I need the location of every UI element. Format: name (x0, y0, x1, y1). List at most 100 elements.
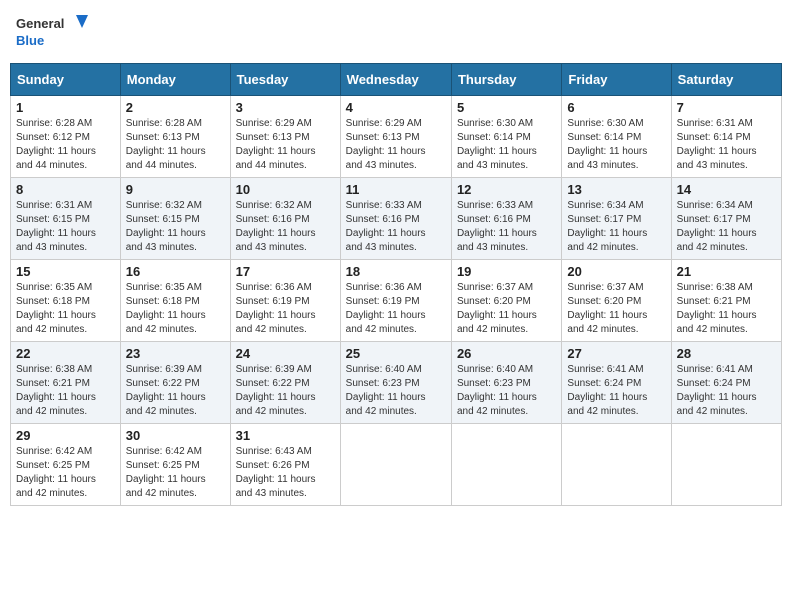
calendar-cell: 5 Sunrise: 6:30 AMSunset: 6:14 PMDaylight… (451, 96, 561, 178)
day-info: Sunrise: 6:42 AMSunset: 6:25 PMDaylight:… (16, 445, 115, 501)
calendar-cell (451, 424, 561, 506)
svg-text:Blue: Blue (16, 33, 44, 48)
day-number: 9 (126, 182, 225, 197)
calendar-cell (340, 424, 451, 506)
calendar-cell: 19 Sunrise: 6:37 AMSunset: 6:20 PMDayligh… (451, 260, 561, 342)
column-header-thursday: Thursday (451, 64, 561, 96)
day-info: Sunrise: 6:35 AMSunset: 6:18 PMDaylight:… (16, 281, 115, 337)
calendar-cell: 31 Sunrise: 6:43 AMSunset: 6:26 PMDayligh… (230, 424, 340, 506)
day-info: Sunrise: 6:34 AMSunset: 6:17 PMDaylight:… (677, 199, 776, 255)
column-header-saturday: Saturday (671, 64, 781, 96)
day-number: 5 (457, 100, 556, 115)
calendar-cell: 25 Sunrise: 6:40 AMSunset: 6:23 PMDayligh… (340, 342, 451, 424)
calendar-cell: 1 Sunrise: 6:28 AMSunset: 6:12 PMDaylight… (11, 96, 121, 178)
calendar-cell: 27Sunrise: 6:41 AMSunset: 6:24 PMDayligh… (562, 342, 671, 424)
calendar-cell: 10 Sunrise: 6:32 AMSunset: 6:16 PMDayligh… (230, 178, 340, 260)
calendar-cell: 29 Sunrise: 6:42 AMSunset: 6:25 PMDayligh… (11, 424, 121, 506)
day-info: Sunrise: 6:30 AMSunset: 6:14 PMDaylight:… (567, 117, 665, 173)
calendar-cell: 26 Sunrise: 6:40 AMSunset: 6:23 PMDayligh… (451, 342, 561, 424)
calendar-cell: 9 Sunrise: 6:32 AMSunset: 6:15 PMDaylight… (120, 178, 230, 260)
day-info: Sunrise: 6:38 AMSunset: 6:21 PMDaylight:… (677, 281, 776, 337)
day-info: Sunrise: 6:35 AMSunset: 6:18 PMDaylight:… (126, 281, 225, 337)
calendar-cell: 12Sunrise: 6:33 AMSunset: 6:16 PMDayligh… (451, 178, 561, 260)
calendar-cell: 17 Sunrise: 6:36 AMSunset: 6:19 PMDayligh… (230, 260, 340, 342)
day-info: Sunrise: 6:30 AMSunset: 6:14 PMDaylight:… (457, 117, 556, 173)
day-number: 12 (457, 182, 556, 197)
day-number: 13 (567, 182, 665, 197)
logo-svg: General Blue (14, 10, 94, 55)
day-number: 27 (567, 346, 665, 361)
day-number: 23 (126, 346, 225, 361)
day-number: 16 (126, 264, 225, 279)
calendar-cell: 2 Sunrise: 6:28 AMSunset: 6:13 PMDaylight… (120, 96, 230, 178)
day-number: 8 (16, 182, 115, 197)
calendar-header-row: SundayMondayTuesdayWednesdayThursdayFrid… (11, 64, 782, 96)
day-number: 15 (16, 264, 115, 279)
day-number: 24 (236, 346, 335, 361)
day-info: Sunrise: 6:40 AMSunset: 6:23 PMDaylight:… (346, 363, 446, 419)
day-number: 1 (16, 100, 115, 115)
day-number: 11 (346, 182, 446, 197)
calendar-cell: 13 Sunrise: 6:34 AMSunset: 6:17 PMDayligh… (562, 178, 671, 260)
day-info: Sunrise: 6:41 AMSunset: 6:24 PMDaylight:… (677, 363, 776, 419)
day-number: 30 (126, 428, 225, 443)
calendar-week-4: 22Sunrise: 6:38 AMSunset: 6:21 PMDayligh… (11, 342, 782, 424)
day-info: Sunrise: 6:33 AMSunset: 6:16 PMDaylight:… (346, 199, 446, 255)
calendar-cell: 11 Sunrise: 6:33 AMSunset: 6:16 PMDayligh… (340, 178, 451, 260)
calendar-cell (562, 424, 671, 506)
page-header: General Blue (10, 10, 782, 55)
day-number: 19 (457, 264, 556, 279)
column-header-monday: Monday (120, 64, 230, 96)
column-header-tuesday: Tuesday (230, 64, 340, 96)
day-number: 18 (346, 264, 446, 279)
calendar-cell: 30 Sunrise: 6:42 AMSunset: 6:25 PMDayligh… (120, 424, 230, 506)
column-header-sunday: Sunday (11, 64, 121, 96)
day-info: Sunrise: 6:31 AMSunset: 6:14 PMDaylight:… (677, 117, 776, 173)
day-number: 29 (16, 428, 115, 443)
day-info: Sunrise: 6:34 AMSunset: 6:17 PMDaylight:… (567, 199, 665, 255)
calendar-cell: 28 Sunrise: 6:41 AMSunset: 6:24 PMDayligh… (671, 342, 781, 424)
calendar-cell: 20 Sunrise: 6:37 AMSunset: 6:20 PMDayligh… (562, 260, 671, 342)
day-info: Sunrise: 6:40 AMSunset: 6:23 PMDaylight:… (457, 363, 556, 419)
calendar-cell: 15 Sunrise: 6:35 AMSunset: 6:18 PMDayligh… (11, 260, 121, 342)
day-number: 26 (457, 346, 556, 361)
calendar-cell: 23Sunrise: 6:39 AMSunset: 6:22 PMDayligh… (120, 342, 230, 424)
calendar-cell: 6Sunrise: 6:30 AMSunset: 6:14 PMDaylight… (562, 96, 671, 178)
day-number: 31 (236, 428, 335, 443)
day-info: Sunrise: 6:37 AMSunset: 6:20 PMDaylight:… (567, 281, 665, 337)
day-info: Sunrise: 6:42 AMSunset: 6:25 PMDaylight:… (126, 445, 225, 501)
day-number: 20 (567, 264, 665, 279)
day-info: Sunrise: 6:29 AMSunset: 6:13 PMDaylight:… (236, 117, 335, 173)
day-number: 7 (677, 100, 776, 115)
day-info: Sunrise: 6:43 AMSunset: 6:26 PMDaylight:… (236, 445, 335, 501)
column-header-wednesday: Wednesday (340, 64, 451, 96)
day-info: Sunrise: 6:32 AMSunset: 6:15 PMDaylight:… (126, 199, 225, 255)
calendar-week-1: 1 Sunrise: 6:28 AMSunset: 6:12 PMDaylight… (11, 96, 782, 178)
calendar-week-2: 8Sunrise: 6:31 AMSunset: 6:15 PMDaylight… (11, 178, 782, 260)
day-info: Sunrise: 6:39 AMSunset: 6:22 PMDaylight:… (236, 363, 335, 419)
day-number: 2 (126, 100, 225, 115)
calendar-table: SundayMondayTuesdayWednesdayThursdayFrid… (10, 63, 782, 506)
day-number: 3 (236, 100, 335, 115)
day-number: 25 (346, 346, 446, 361)
day-info: Sunrise: 6:37 AMSunset: 6:20 PMDaylight:… (457, 281, 556, 337)
calendar-cell: 18 Sunrise: 6:36 AMSunset: 6:19 PMDayligh… (340, 260, 451, 342)
day-number: 14 (677, 182, 776, 197)
calendar-cell: 14 Sunrise: 6:34 AMSunset: 6:17 PMDayligh… (671, 178, 781, 260)
day-info: Sunrise: 6:32 AMSunset: 6:16 PMDaylight:… (236, 199, 335, 255)
day-info: Sunrise: 6:28 AMSunset: 6:13 PMDaylight:… (126, 117, 225, 173)
calendar-cell: 4Sunrise: 6:29 AMSunset: 6:13 PMDaylight… (340, 96, 451, 178)
day-info: Sunrise: 6:38 AMSunset: 6:21 PMDaylight:… (16, 363, 115, 419)
day-number: 28 (677, 346, 776, 361)
calendar-cell: 7 Sunrise: 6:31 AMSunset: 6:14 PMDaylight… (671, 96, 781, 178)
day-info: Sunrise: 6:36 AMSunset: 6:19 PMDaylight:… (346, 281, 446, 337)
day-number: 4 (346, 100, 446, 115)
calendar-cell: 22Sunrise: 6:38 AMSunset: 6:21 PMDayligh… (11, 342, 121, 424)
day-number: 17 (236, 264, 335, 279)
day-info: Sunrise: 6:36 AMSunset: 6:19 PMDaylight:… (236, 281, 335, 337)
column-header-friday: Friday (562, 64, 671, 96)
day-number: 10 (236, 182, 335, 197)
day-info: Sunrise: 6:28 AMSunset: 6:12 PMDaylight:… (16, 117, 115, 173)
calendar-cell (671, 424, 781, 506)
calendar-week-5: 29 Sunrise: 6:42 AMSunset: 6:25 PMDayligh… (11, 424, 782, 506)
